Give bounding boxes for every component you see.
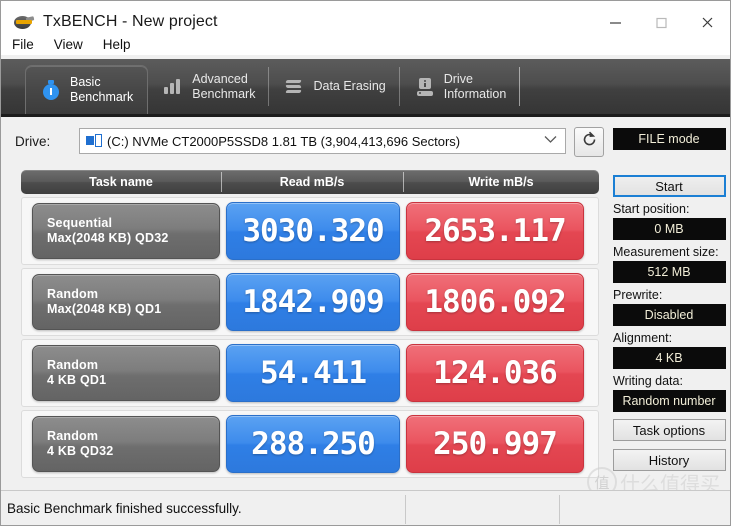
read-value: 54.411 (226, 344, 400, 402)
tab-advanced-benchmark[interactable]: Advanced Benchmark (148, 59, 270, 114)
prewrite-value[interactable]: Disabled (612, 304, 726, 326)
task-name-line1: Random (47, 287, 99, 301)
write-value: 1806.092 (406, 273, 584, 331)
column-header-task-name: Task name (89, 175, 153, 189)
txbench-window: TxBENCH - New project File View Help Bas… (0, 0, 731, 526)
tab-drive-information[interactable]: Drive Information (400, 59, 521, 114)
prewrite-label: Prewrite: (613, 288, 663, 302)
refresh-button[interactable] (574, 127, 604, 157)
status-divider (559, 495, 560, 524)
task-name-line1: Random (47, 429, 99, 443)
read-value: 288.250 (226, 415, 400, 473)
task-name-line1: Random (47, 358, 99, 372)
menu-item-help[interactable]: Help (94, 35, 140, 54)
task-name-line2: 4 KB QD32 (47, 444, 114, 458)
tab-drive-information-label: Drive Information (443, 71, 507, 101)
table-row[interactable]: Sequential Max(2048 KB) QD32 3030.320 26… (21, 197, 599, 265)
menu-bar: File View Help (1, 33, 730, 55)
task-name-line2: Max(2048 KB) QD1 (47, 302, 162, 316)
measurement-size-label: Measurement size: (613, 245, 719, 259)
history-button[interactable]: History (612, 449, 726, 471)
drive-info-icon (414, 76, 436, 98)
task-name-button[interactable]: Random 4 KB QD32 (32, 416, 220, 472)
tab-basic-benchmark-label: Basic Benchmark (70, 75, 134, 104)
results-header-row: Task name Read mB/s Write mB/s (21, 170, 599, 194)
measurement-size-value[interactable]: 512 MB (612, 261, 726, 283)
read-value: 3030.320 (226, 202, 400, 260)
results-body: Sequential Max(2048 KB) QD32 3030.320 26… (21, 197, 599, 478)
start-button[interactable]: Start (612, 175, 726, 197)
file-mode-button[interactable]: FILE mode (612, 128, 726, 150)
table-row[interactable]: Random Max(2048 KB) QD1 1842.909 1806.09… (21, 268, 599, 336)
refresh-icon (581, 131, 598, 153)
task-name-line2: Max(2048 KB) QD32 (47, 231, 169, 245)
menu-item-view[interactable]: View (45, 35, 92, 54)
table-row[interactable]: Random 4 KB QD1 54.411 124.036 (21, 339, 599, 407)
alignment-value[interactable]: 4 KB (612, 347, 726, 369)
alignment-label: Alignment: (613, 331, 673, 345)
tab-strip: Basic Benchmark Advanced Benchmark Data … (1, 59, 730, 117)
tab-basic-benchmark[interactable]: Basic Benchmark (25, 65, 149, 114)
task-name-button[interactable]: Sequential Max(2048 KB) QD32 (32, 203, 220, 259)
task-name-button[interactable]: Random Max(2048 KB) QD1 (32, 274, 220, 330)
task-name-button[interactable]: Random 4 KB QD1 (32, 345, 220, 401)
write-value: 250.997 (406, 415, 584, 473)
tab-data-erasing[interactable]: Data Erasing (269, 59, 400, 114)
settings-panel: FILE mode Start Start position: 0 MB Mea… (609, 120, 729, 488)
writing-data-value[interactable]: Random number (612, 390, 726, 412)
write-value: 124.036 (406, 344, 584, 402)
table-row[interactable]: Random 4 KB QD32 288.250 250.997 (21, 410, 599, 478)
drive-select[interactable]: (C:) NVMe CT2000P5SSD8 1.81 TB (3,904,41… (79, 128, 566, 154)
app-disc-icon (13, 11, 35, 33)
status-divider (405, 495, 406, 524)
window-title: TxBENCH - New project (43, 13, 218, 30)
writing-data-label: Writing data: (613, 374, 683, 388)
drive-selected-value: (C:) NVMe CT2000P5SSD8 1.81 TB (3,904,41… (107, 133, 461, 149)
task-name-line1: Sequential (47, 216, 113, 230)
bar-chart-icon (162, 76, 184, 98)
start-position-value[interactable]: 0 MB (612, 218, 726, 240)
write-value: 2653.117 (406, 202, 584, 260)
drive-label: Drive: (15, 134, 51, 149)
status-message: Basic Benchmark finished successfully. (7, 501, 242, 516)
tab-data-erasing-label: Data Erasing (313, 79, 386, 93)
tab-divider (519, 67, 521, 106)
read-value: 1842.909 (226, 273, 400, 331)
start-position-label: Start position: (613, 202, 690, 216)
chevron-down-icon[interactable] (544, 135, 557, 147)
results-table: Task name Read mB/s Write mB/s Sequentia… (21, 170, 599, 478)
menu-item-file[interactable]: File (3, 35, 43, 54)
column-header-read: Read mB/s (221, 170, 403, 194)
tab-advanced-benchmark-label: Advanced Benchmark (192, 71, 256, 101)
column-header-write: Write mB/s (403, 170, 599, 194)
hard-drive-icon (86, 134, 102, 148)
task-name-line2: 4 KB QD1 (47, 373, 107, 387)
erase-icon (283, 76, 305, 98)
stopwatch-icon (40, 79, 62, 101)
task-options-button[interactable]: Task options (612, 419, 726, 441)
status-bar: Basic Benchmark finished successfully. (1, 490, 730, 525)
